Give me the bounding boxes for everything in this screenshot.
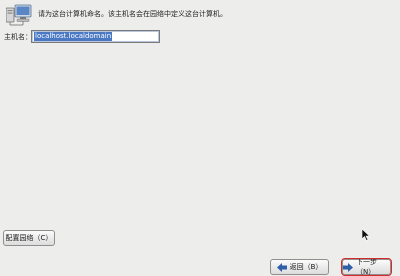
hostname-value: localhost.localdomain	[34, 32, 113, 41]
back-label: 返回（B）	[289, 263, 323, 271]
arrow-left-icon	[276, 262, 287, 272]
mouse-pointer-icon	[361, 228, 371, 241]
back-button[interactable]: 返回（B）	[270, 259, 329, 275]
hostname-input[interactable]: localhost.localdomain	[31, 30, 160, 43]
header-icon	[5, 4, 32, 26]
hostname-label: 主机名：	[4, 33, 32, 41]
configure-network-label: 配置园络（C）	[5, 234, 53, 242]
arrow-right-icon	[343, 262, 353, 272]
configure-network-button[interactable]: 配置园络（C）	[3, 230, 55, 246]
instruction-text: 请为这台计算机命名。该主机名会在园络中定义这台计算机。	[38, 10, 227, 18]
next-button[interactable]: 下一步（N）	[341, 258, 392, 276]
next-label: 下一步（N）	[356, 258, 377, 276]
